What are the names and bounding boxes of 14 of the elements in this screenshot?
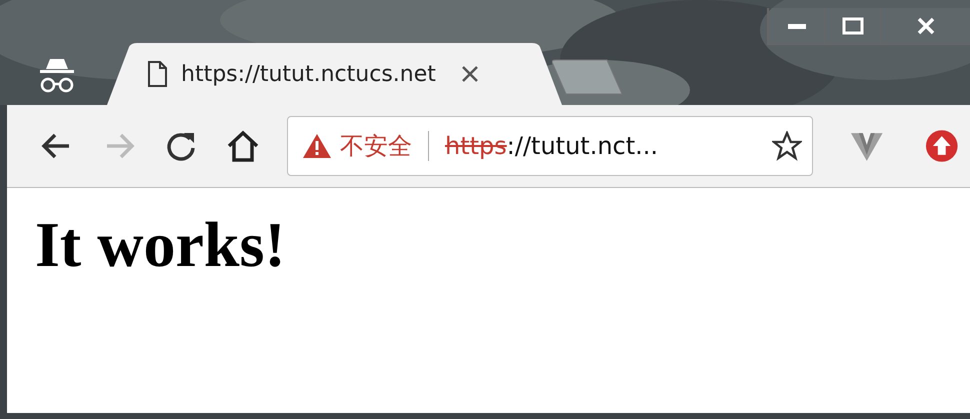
- close-tab-icon[interactable]: [460, 64, 480, 84]
- url-text: https://tutut.nct...: [445, 131, 660, 162]
- minimize-icon: [786, 22, 808, 30]
- star-icon[interactable]: [772, 131, 802, 161]
- maximize-icon: [842, 17, 864, 35]
- address-bar[interactable]: 不安全 https://tutut.nct...: [287, 116, 813, 176]
- page-heading: It works!: [35, 210, 286, 280]
- security-label: 不安全: [340, 131, 412, 162]
- upload-icon[interactable]: [924, 128, 960, 164]
- new-tab-button[interactable]: [552, 59, 622, 95]
- close-icon: [916, 17, 936, 35]
- browser-tab[interactable]: https://tutut.nctucs.net: [107, 43, 562, 105]
- incognito-icon: [38, 57, 76, 93]
- page-icon: [147, 61, 167, 87]
